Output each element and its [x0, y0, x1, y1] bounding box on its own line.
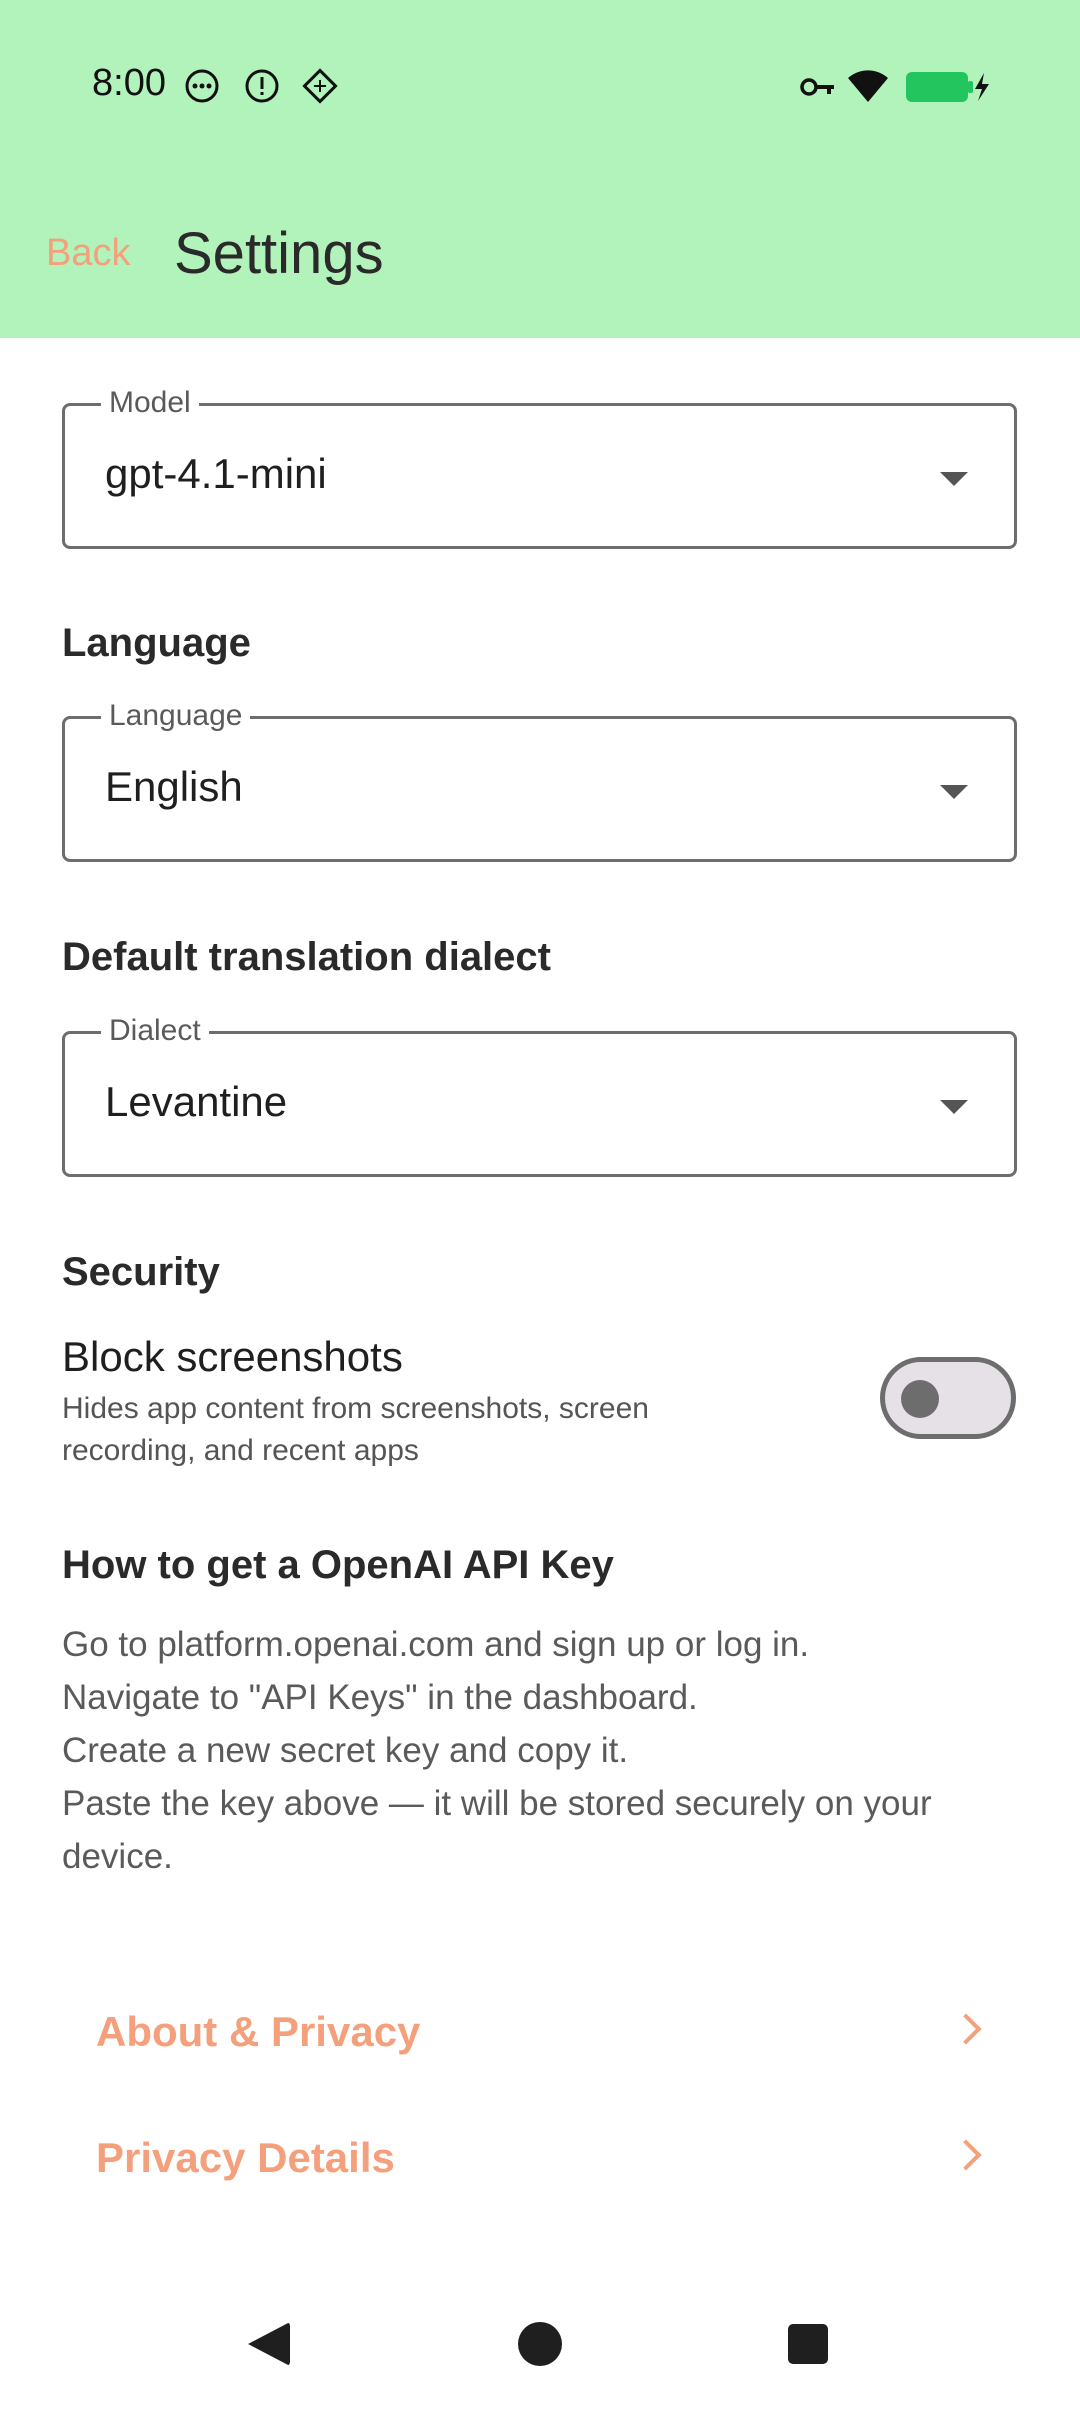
- status-time: 8:00: [92, 62, 166, 104]
- model-dropdown-value: gpt-4.1-mini: [105, 450, 327, 497]
- page-title: Settings: [174, 221, 384, 286]
- alert-circle-icon: [245, 69, 279, 103]
- dropdown-arrow-icon: [940, 785, 968, 799]
- chevron-right-icon: [950, 2139, 982, 2171]
- model-dropdown-label: Model: [101, 386, 199, 420]
- privacy-details-link[interactable]: Privacy Details: [62, 2108, 1017, 2208]
- status-bar: 8:00: [0, 0, 1080, 170]
- privacy-details-label: Privacy Details: [96, 2134, 395, 2181]
- toggle-knob: [901, 1380, 939, 1418]
- more-horiz-circle-icon: [185, 69, 219, 103]
- api-key-help-text: Go to platform.openai.com and sign up or…: [62, 1618, 1022, 1883]
- dropdown-arrow-icon: [940, 472, 968, 486]
- help-line: Create a new secret key and copy it.: [62, 1731, 629, 1770]
- dialect-dropdown-label: Dialect: [101, 1014, 209, 1048]
- dialect-dropdown[interactable]: Dialect Levantine: [62, 1014, 1017, 1177]
- block-screenshots-description: Hides app content from screenshots, scre…: [62, 1392, 649, 1467]
- help-line: Paste the key above — it will be stored …: [62, 1784, 932, 1876]
- security-section-title: Security: [62, 1250, 220, 1294]
- api-key-help-title: How to get a OpenAI API Key: [62, 1543, 614, 1587]
- nav-home-icon[interactable]: [518, 2322, 562, 2366]
- model-dropdown[interactable]: Model gpt-4.1-mini: [62, 386, 1017, 549]
- dialect-dropdown-value: Levantine: [105, 1078, 288, 1125]
- system-nav-bar: [0, 2278, 1080, 2410]
- nav-back-icon[interactable]: [248, 2322, 290, 2366]
- dropdown-arrow-icon: [940, 1100, 968, 1114]
- settings-content[interactable]: Model gpt-4.1-mini Language Language Eng…: [0, 338, 1080, 2278]
- help-line: Navigate to "API Keys" in the dashboard.: [62, 1678, 698, 1717]
- vpn-key-icon: [800, 78, 834, 96]
- block-screenshots-toggle[interactable]: [880, 1357, 1016, 1439]
- about-privacy-link[interactable]: About & Privacy: [62, 1982, 1017, 2082]
- wifi-icon: [848, 70, 888, 102]
- dialect-section-title: Default translation dialect: [62, 935, 551, 979]
- battery-charging-icon: [906, 72, 989, 102]
- diamond-grid-icon: [302, 68, 338, 104]
- about-privacy-label: About & Privacy: [96, 2008, 421, 2055]
- language-section-title: Language: [62, 621, 251, 665]
- language-dropdown-value: English: [105, 763, 243, 810]
- language-dropdown-label: Language: [101, 699, 251, 733]
- language-dropdown[interactable]: Language English: [62, 699, 1017, 862]
- chevron-right-icon: [950, 2013, 982, 2045]
- back-button[interactable]: Back: [46, 232, 130, 275]
- app-header: 8:00 Back Settings: [0, 0, 1080, 338]
- help-line: Go to platform.openai.com and sign up or…: [62, 1625, 810, 1664]
- block-screenshots-title: Block screenshots: [62, 1333, 403, 1380]
- nav-recents-icon[interactable]: [788, 2324, 828, 2364]
